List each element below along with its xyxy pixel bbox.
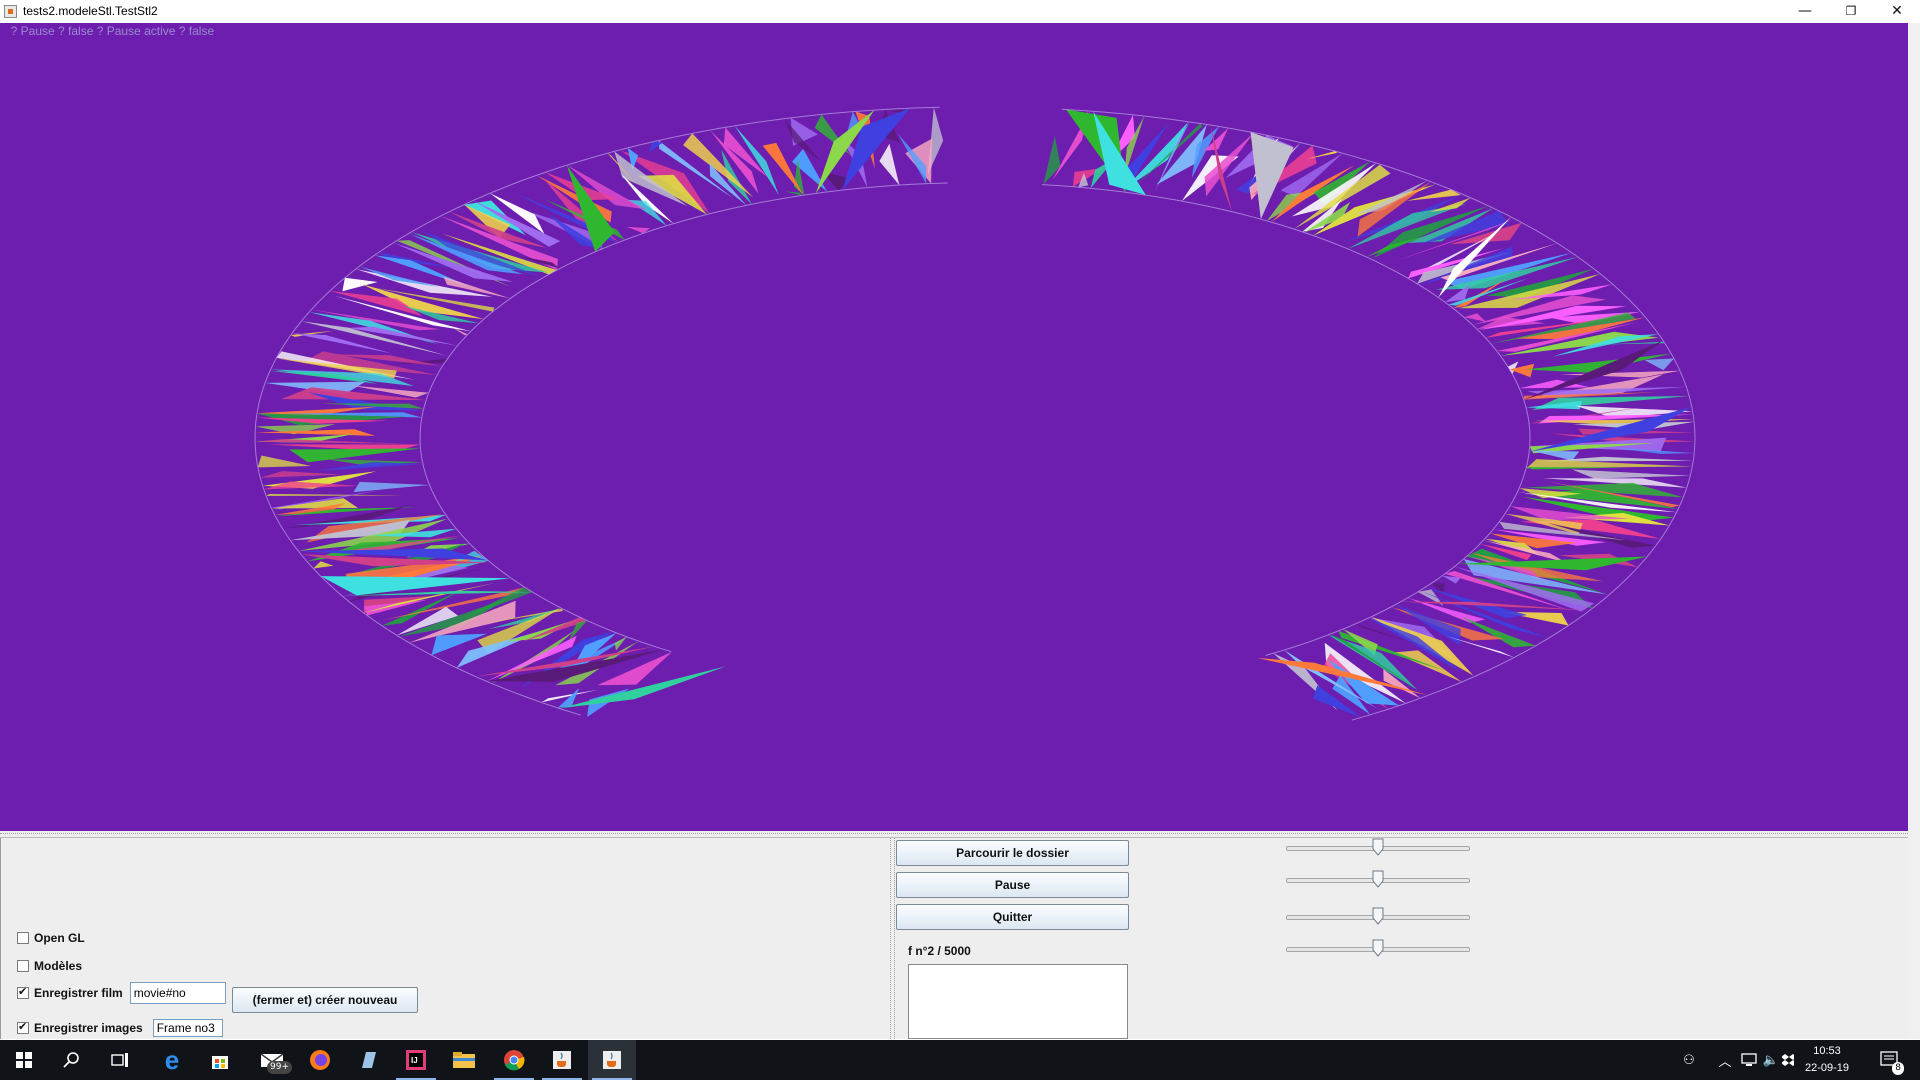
search-button[interactable] xyxy=(48,1040,96,1080)
title-bar: tests2.modeleStl.TestStl2 — ❐ ✕ xyxy=(0,0,1920,23)
people-button[interactable]: ⚇ xyxy=(1674,1040,1704,1080)
slider-3[interactable] xyxy=(1286,907,1470,927)
clock-date: 22-09-19 xyxy=(1804,1062,1850,1074)
opengl-checkbox-row[interactable]: Open GL xyxy=(17,928,85,948)
models-checkbox[interactable] xyxy=(17,960,29,972)
folder-icon xyxy=(453,1052,475,1068)
search-icon xyxy=(63,1052,79,1068)
frame-counter: f n°2 / 5000 xyxy=(908,944,971,958)
movie-name-input[interactable]: movie#no xyxy=(129,982,226,1004)
chrome-button[interactable] xyxy=(490,1040,538,1080)
maximize-button[interactable]: ❐ xyxy=(1828,0,1874,23)
opengl-label: Open GL xyxy=(34,931,85,945)
task-view-button[interactable] xyxy=(96,1040,144,1080)
java-app-button[interactable] xyxy=(538,1040,586,1080)
show-hidden-icons-button[interactable]: ︿ xyxy=(1712,1040,1738,1080)
slider-2[interactable] xyxy=(1286,870,1470,890)
record-images-row[interactable]: Enregistrer images Frame no3 xyxy=(17,1018,223,1038)
window-edge xyxy=(1908,23,1920,1039)
svg-text:IJ: IJ xyxy=(411,1056,418,1065)
notes-app-icon xyxy=(362,1052,376,1068)
record-movie-checkbox[interactable] xyxy=(17,985,29,999)
mail-badge: 99+ xyxy=(267,1061,292,1074)
firefox-icon xyxy=(310,1050,330,1070)
vertical-splitter[interactable] xyxy=(890,838,895,1039)
create-new-button[interactable]: (fermer et) créer nouveau xyxy=(232,987,418,1013)
slider-thumb[interactable] xyxy=(1372,907,1384,925)
models-label: Modèles xyxy=(34,959,83,973)
slider-4[interactable] xyxy=(1286,939,1470,959)
browse-folder-button[interactable]: Parcourir le dossier xyxy=(896,840,1129,866)
models-checkbox-row[interactable]: Modèles xyxy=(17,956,82,976)
network-icon xyxy=(1741,1053,1757,1066)
task-view-icon xyxy=(111,1053,128,1067)
window-title: tests2.modeleStl.TestStl2 xyxy=(23,4,158,18)
opengl-checkbox[interactable] xyxy=(17,932,29,944)
pause-button[interactable]: Pause xyxy=(896,872,1129,898)
slider-thumb[interactable] xyxy=(1372,939,1384,957)
horizontal-splitter[interactable] xyxy=(0,831,1908,838)
windows-logo-icon xyxy=(16,1052,32,1068)
notes-app-button[interactable] xyxy=(344,1040,392,1080)
intellij-icon: IJ xyxy=(406,1050,426,1070)
quit-button[interactable]: Quitter xyxy=(896,904,1129,930)
record-movie-label: Enregistrer film xyxy=(34,986,123,1000)
java-app-active-button[interactable] xyxy=(588,1040,636,1080)
pause-status-text: ? Pause ? false ? Pause active ? false xyxy=(4,24,215,38)
firefox-button[interactable] xyxy=(296,1040,344,1080)
intellij-button[interactable]: IJ xyxy=(392,1040,440,1080)
java-cup-icon xyxy=(553,1051,571,1069)
record-movie-row[interactable]: Enregistrer film movie#no xyxy=(17,982,226,1004)
minimize-button[interactable]: — xyxy=(1782,0,1828,23)
mail-button[interactable]: 99+ xyxy=(248,1040,296,1080)
action-center-button[interactable]: 8 xyxy=(1870,1040,1910,1080)
record-images-label: Enregistrer images xyxy=(34,1021,143,1035)
record-images-checkbox[interactable] xyxy=(17,1020,29,1034)
people-icon: ⚇ xyxy=(1683,1052,1695,1068)
stl-model-render xyxy=(254,106,1696,721)
file-explorer-button[interactable] xyxy=(440,1040,488,1080)
java-cup-icon xyxy=(603,1051,621,1069)
edge-icon: e xyxy=(164,1044,180,1075)
store-button[interactable] xyxy=(196,1040,244,1080)
notification-badge: 8 xyxy=(1892,1062,1904,1075)
store-bag-icon xyxy=(212,1056,228,1069)
java-app-icon xyxy=(4,5,17,18)
slider-1[interactable] xyxy=(1286,838,1470,858)
edge-browser-button[interactable]: e xyxy=(148,1040,196,1080)
slider-thumb[interactable] xyxy=(1372,838,1384,856)
start-button[interactable] xyxy=(0,1040,48,1080)
chevron-up-icon: ︿ xyxy=(1718,1054,1732,1070)
speaker-icon: 🔈 xyxy=(1762,1052,1780,1068)
clock-time: 10:53 xyxy=(1813,1045,1841,1057)
slider-thumb[interactable] xyxy=(1372,870,1384,888)
render-viewport[interactable]: ? Pause ? false ? Pause active ? false xyxy=(0,23,1908,831)
volume-button[interactable]: 🔈 xyxy=(1760,1040,1782,1080)
frame-name-input[interactable]: Frame no3 xyxy=(152,1019,223,1037)
system-clock[interactable]: 10:53 22-09-19 xyxy=(1792,1043,1862,1077)
chrome-icon xyxy=(504,1050,525,1071)
log-text-area[interactable] xyxy=(908,964,1128,1039)
close-button[interactable]: ✕ xyxy=(1874,0,1920,23)
windows-taskbar: e 99+ IJ ⚇ ︿ 🔈 10:53 22-09-19 8 xyxy=(0,1040,1920,1080)
network-button[interactable] xyxy=(1738,1040,1760,1080)
